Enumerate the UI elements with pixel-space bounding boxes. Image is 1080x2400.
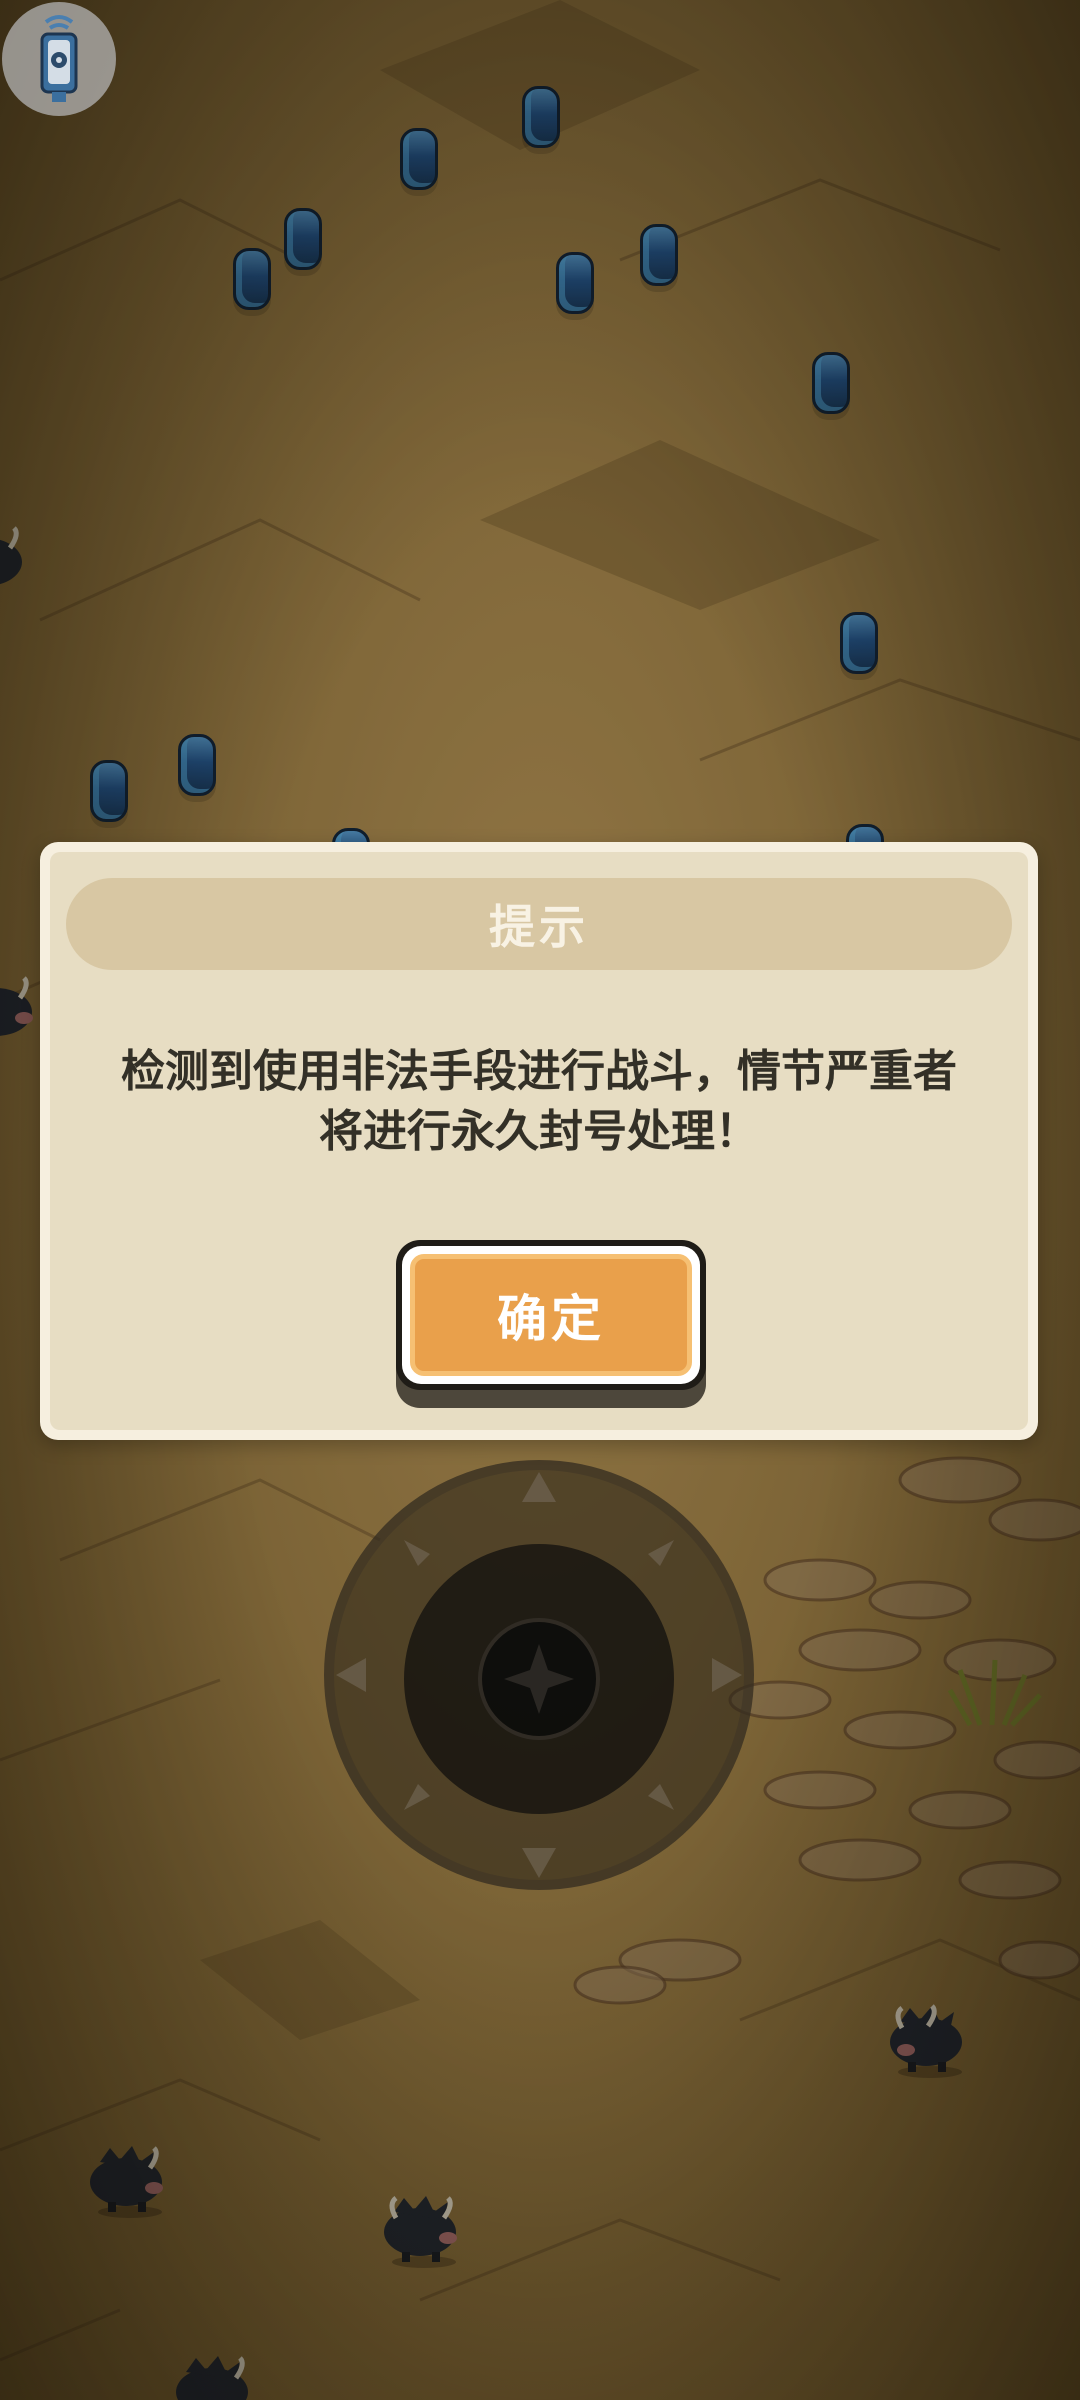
joystick-center-icon bbox=[504, 1644, 574, 1714]
joystick-center[interactable] bbox=[478, 1618, 600, 1740]
confirm-button-wrapper: 确定 bbox=[396, 1240, 706, 1408]
dialog-title: 提示 bbox=[489, 900, 589, 954]
game-scene: 提示 检测到使用非法手段进行战斗，情节严重者将进行永久封号处理！ 确定 bbox=[0, 0, 1080, 2400]
dialog-body: 提示 检测到使用非法手段进行战斗，情节严重者将进行永久封号处理！ 确定 bbox=[50, 852, 1028, 1430]
confirm-button-face: 确定 bbox=[410, 1254, 692, 1376]
confirm-button[interactable]: 确定 bbox=[396, 1240, 706, 1390]
speaker-device-icon[interactable] bbox=[2, 2, 116, 116]
confirm-button-border: 确定 bbox=[402, 1246, 700, 1384]
confirm-button-label: 确定 bbox=[497, 1290, 605, 1348]
dialog-title-bar: 提示 bbox=[66, 878, 1012, 970]
speaker-icon bbox=[40, 15, 78, 102]
dialog-message: 检测到使用非法手段进行战斗，情节严重者将进行永久封号处理！ bbox=[121, 1046, 957, 1157]
alert-dialog: 提示 检测到使用非法手段进行战斗，情节严重者将进行永久封号处理！ 确定 bbox=[40, 842, 1038, 1440]
